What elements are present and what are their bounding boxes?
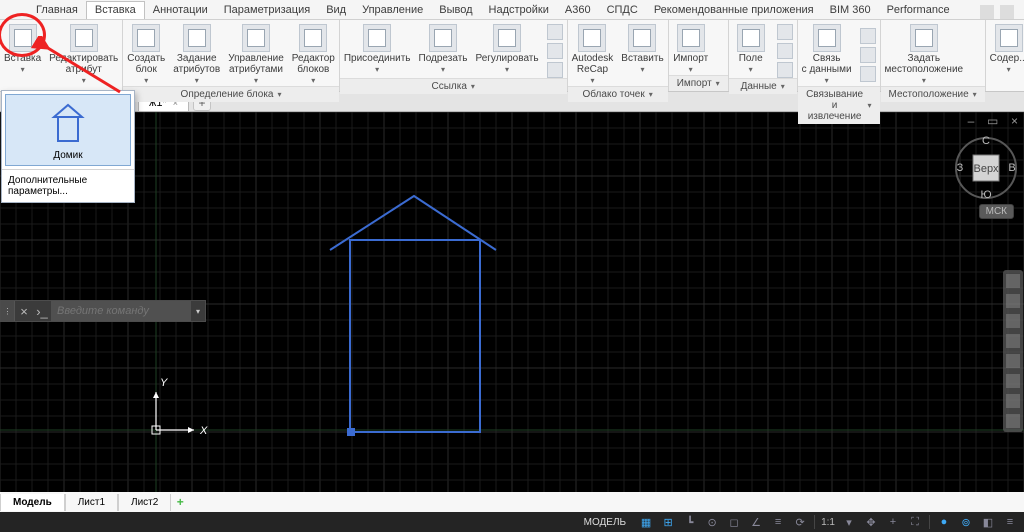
menubar-tab-performance[interactable]: Performance [879, 2, 958, 19]
cycle-icon[interactable]: ⟳ [792, 515, 808, 529]
svg-text:X: X [199, 425, 208, 437]
scale-label[interactable]: 1:1 [821, 517, 835, 528]
ribbon-panel-title: Ссылка ▾ [340, 78, 567, 94]
menubar-tab-bim 360[interactable]: BIM 360 [822, 2, 879, 19]
drawing-canvas[interactable]: X Y – ▭ × Верх С Ю З В МСК ⋮ × ›_ ▾ [0, 112, 1024, 512]
ribbon-small-btn[interactable] [777, 43, 793, 59]
close-icon[interactable]: × [15, 301, 33, 321]
ribbon-small-btn[interactable] [860, 66, 876, 82]
hwaccel-icon[interactable]: ● [936, 515, 952, 529]
ribbon-small-btn[interactable] [777, 24, 793, 40]
ribbon-вставить[interactable]: Вставить▾ [617, 24, 667, 86]
nav-bar[interactable] [1003, 270, 1023, 432]
menubar-tab-аннотации[interactable]: Аннотации [145, 2, 216, 19]
prompt-icon: ›_ [33, 301, 51, 321]
ribbon-задать-местоположение[interactable]: Задать местоположение▾ [881, 24, 968, 86]
ortho-icon[interactable]: ┗ [682, 515, 698, 529]
ribbon-small-btn[interactable] [860, 47, 876, 63]
menubar-tab-спдс[interactable]: СПДС [599, 2, 646, 19]
menubar-tab-главная[interactable]: Главная [28, 2, 86, 19]
ribbon-поле[interactable]: Поле▾ [729, 24, 773, 78]
svg-text:Y: Y [160, 377, 168, 389]
ribbon-small-btn[interactable] [547, 24, 563, 40]
ribbon-panel-title: Облако точек ▾ [568, 86, 668, 102]
model-space-label[interactable]: МОДЕЛЬ [584, 517, 626, 528]
command-line[interactable]: ⋮ × ›_ ▾ [0, 300, 206, 322]
ribbon-small-btn[interactable] [547, 43, 563, 59]
ribbon-small-btn[interactable] [547, 62, 563, 78]
ribbon-связь-с-данными[interactable]: Связь с данными▾ [798, 24, 856, 86]
snap-icon[interactable]: ⊞ [660, 515, 676, 529]
menubar-tab-вид[interactable]: Вид [318, 2, 354, 19]
ribbon-вставка[interactable]: Вставка▾ [0, 24, 45, 91]
ribbon-panel-title: Импорт ▾ [669, 75, 728, 91]
wcs-label[interactable]: МСК [979, 204, 1014, 219]
ribbon-редактировать-атрибут[interactable]: Редактировать атрибут▾ [45, 24, 122, 91]
menubar-tab-рекомендованные приложения[interactable]: Рекомендованные приложения [646, 2, 822, 19]
more-params[interactable]: Дополнительные параметры... [2, 169, 134, 202]
menubar-tab-параметризация[interactable]: Параметризация [216, 2, 318, 19]
polar-icon[interactable]: ⊙ [704, 515, 720, 529]
ribbon-редактор-блоков[interactable]: Редактор блоков▾ [288, 24, 339, 86]
layout-tabs: МодельЛист1Лист2+ [0, 492, 1024, 512]
svg-text:С: С [982, 136, 990, 147]
grid-icon[interactable]: ▦ [638, 515, 654, 529]
ribbon-создать-блок[interactable]: Создать блок▾ [123, 24, 169, 86]
ribbon-управление-атрибутами[interactable]: Управление атрибутами▾ [224, 24, 288, 86]
menubar-tab-вставка[interactable]: Вставка [86, 1, 145, 19]
menubar: ГлавнаяВставкаАннотацииПараметризацияВид… [0, 0, 1024, 20]
ribbon-подрезать[interactable]: Подрезать▾ [415, 24, 472, 78]
ribbon-присоединить[interactable]: Присоединить▾ [340, 24, 415, 78]
ribbon-small-btn[interactable] [860, 28, 876, 44]
grip-icon[interactable]: ⋮ [1, 301, 15, 321]
ribbon-panel-title: Местоположение ▾ [881, 86, 985, 102]
ribbon-содер...[interactable]: Содер...▾ [986, 24, 1024, 91]
customize-icon[interactable]: ≡ [1002, 515, 1018, 529]
ribbon: Вставка▾Редактировать атрибут▾Создать бл… [0, 20, 1024, 92]
ribbon-small-btn[interactable] [777, 62, 793, 78]
layout-tab-лист2[interactable]: Лист2 [118, 494, 171, 511]
ribbon-импорт[interactable]: Импорт▾ [669, 24, 713, 75]
viewport-controls[interactable]: – ▭ × [968, 114, 1020, 128]
block-item-domik[interactable]: Домик [5, 94, 131, 166]
insert-block-gallery: Домик Дополнительные параметры... [1, 90, 135, 203]
layout-tab-лист1[interactable]: Лист1 [65, 494, 118, 511]
menubar-tab-управление[interactable]: Управление [354, 2, 431, 19]
view-cube[interactable]: Верх С Ю З В [954, 136, 1018, 200]
add-layout-button[interactable]: + [171, 495, 189, 509]
osnap-icon[interactable]: ◻ [726, 515, 742, 529]
svg-text:Верх: Верх [974, 163, 999, 175]
svg-text:Ю: Ю [980, 189, 991, 200]
menubar-tab-a360[interactable]: A360 [557, 2, 599, 19]
ribbon-задание-атрибутов[interactable]: Задание атрибутов▾ [169, 24, 224, 86]
menubar-tab-надстройки[interactable]: Надстройки [481, 2, 557, 19]
chevron-down-icon[interactable]: ▾ [191, 307, 205, 316]
status-bar: МОДЕЛЬ ▦ ⊞ ┗ ⊙ ◻ ∠ ≡ ⟳ 1:1▾ ✥ + ⛶ ● ⊚ ◧ … [0, 512, 1024, 532]
ribbon-panel-title: Определение блока ▾ [123, 86, 339, 102]
lineweight-icon[interactable]: ≡ [770, 515, 786, 529]
ribbon-autodesk-recap[interactable]: Autodesk ReCap▾ [568, 24, 618, 86]
command-input[interactable] [51, 301, 191, 321]
ribbon-panel-title: Данные ▾ [729, 78, 797, 94]
otrack-icon[interactable]: ∠ [748, 515, 764, 529]
ribbon-регулировать[interactable]: Регулировать▾ [471, 24, 542, 78]
svg-text:З: З [957, 162, 964, 174]
layout-tab-модель[interactable]: Модель [0, 494, 65, 511]
menubar-tab-вывод[interactable]: Вывод [431, 2, 480, 19]
svg-text:В: В [1008, 162, 1015, 174]
maximize-icon[interactable]: ✥ [863, 515, 879, 529]
ribbon-panel-title: Связывание и извлечение ▾ [798, 86, 880, 124]
